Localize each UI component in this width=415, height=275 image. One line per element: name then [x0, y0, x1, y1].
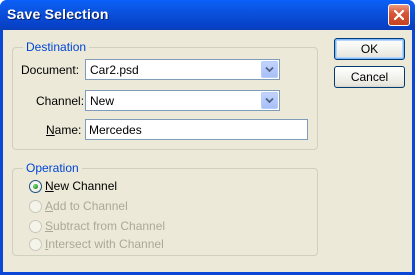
mnemonic: S	[45, 219, 54, 233]
name-input[interactable]	[85, 119, 308, 140]
dialog-body: Destination Document: Car2.psd Channel: …	[3, 30, 412, 272]
label-rest: ntersect with Channel	[48, 237, 164, 251]
radio-indicator[interactable]	[29, 179, 42, 193]
radio-indicator[interactable]	[29, 237, 42, 251]
radio-add-to-channel[interactable]: Add to Channel	[29, 198, 128, 214]
mnemonic: A	[45, 199, 54, 213]
radio-label: Intersect with Channel	[45, 237, 164, 251]
document-select[interactable]: Car2.psd	[85, 59, 280, 80]
chevron-down-icon	[265, 66, 274, 73]
name-label: Name:	[46, 123, 81, 137]
channel-select[interactable]: New	[85, 90, 280, 111]
title-bar[interactable]: Save Selection	[0, 0, 415, 30]
cancel-button[interactable]: Cancel	[334, 66, 405, 88]
radio-intersect-with-channel[interactable]: Intersect with Channel	[29, 236, 164, 252]
window-title: Save Selection	[7, 6, 109, 22]
radio-label: Add to Channel	[45, 199, 128, 213]
channel-select-value: New	[90, 94, 115, 108]
radio-subtract-from-channel[interactable]: Subtract from Channel	[29, 218, 165, 234]
name-label-rest: ame:	[54, 123, 82, 137]
operation-legend: Operation	[23, 161, 82, 175]
radio-label: New Channel	[45, 179, 117, 193]
channel-dropdown-button[interactable]	[261, 92, 278, 109]
label-rest: dd to Channel	[53, 199, 128, 213]
close-icon	[393, 9, 405, 21]
radio-indicator[interactable]	[29, 199, 42, 213]
dialog-window: Save Selection Destination Document: Car…	[0, 0, 415, 275]
name-label-mnemonic: N	[46, 123, 55, 137]
channel-label: Channel:	[36, 94, 85, 108]
destination-legend: Destination	[23, 40, 90, 54]
radio-new-channel[interactable]: New Channel	[29, 178, 117, 194]
label-rest: ubtract from Channel	[53, 219, 166, 233]
document-dropdown-button[interactable]	[261, 61, 278, 78]
document-label: Document:	[21, 63, 80, 77]
ok-button[interactable]: OK	[334, 38, 405, 60]
radio-indicator[interactable]	[29, 219, 42, 233]
chevron-down-icon	[265, 97, 274, 104]
close-button[interactable]	[388, 4, 410, 26]
document-select-value: Car2.psd	[90, 63, 139, 77]
mnemonic: N	[45, 179, 54, 193]
radio-label: Subtract from Channel	[45, 219, 165, 233]
label-rest: ew Channel	[53, 179, 118, 193]
